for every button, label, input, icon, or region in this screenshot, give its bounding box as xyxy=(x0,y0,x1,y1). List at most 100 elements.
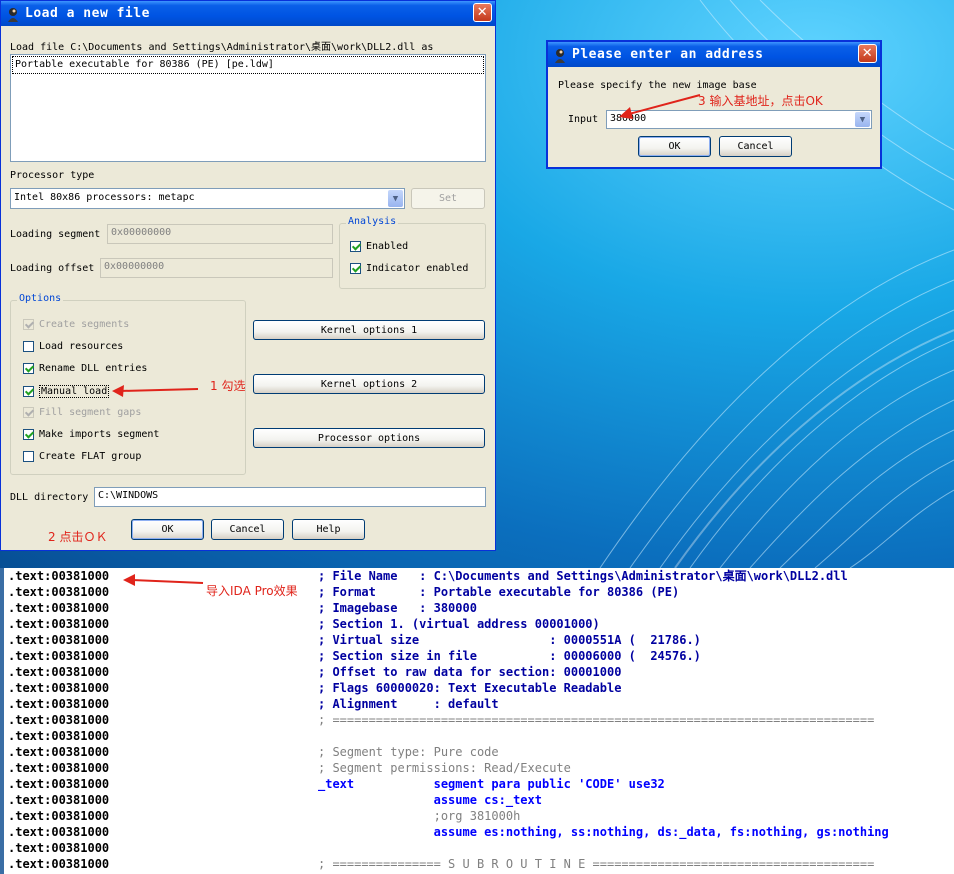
checkbox-icon[interactable] xyxy=(23,407,34,418)
ida-line-address[interactable]: .text:00381000 xyxy=(8,584,109,600)
options-group-title: Options xyxy=(17,293,64,304)
rename-dll-entries-label: Rename DLL entries xyxy=(39,363,148,374)
manual-load-label: Manual load xyxy=(39,385,110,398)
rename-dll-entries-checkbox[interactable]: Rename DLL entries xyxy=(23,363,147,374)
ida-line-text: ; Section size in file : 00006000 ( 2457… xyxy=(318,649,701,663)
address-input-label: Input xyxy=(568,114,599,125)
checkbox-icon[interactable] xyxy=(23,341,34,352)
ida-line-text: ; Imagebase : 380000 xyxy=(318,601,477,615)
ida-line-address[interactable]: .text:00381000 xyxy=(8,728,109,744)
checkbox-icon[interactable] xyxy=(23,363,34,374)
ida-line-address[interactable]: .text:00381000 xyxy=(8,776,109,792)
address-prompt: Please specify the new image base xyxy=(558,80,757,91)
arrow-ida-icon xyxy=(123,574,204,586)
create-flat-group-checkbox[interactable]: Create FLAT group xyxy=(23,451,141,462)
ida-line-address[interactable]: .text:00381000 xyxy=(8,792,109,808)
ida-line-text: ; File Name : C:\Documents and Settings\… xyxy=(318,569,848,583)
ida-line-address[interactable]: .text:00381000 xyxy=(8,680,109,696)
create-segments-checkbox[interactable]: Create segments xyxy=(23,319,129,330)
processor-type-label: Processor type xyxy=(10,170,94,181)
ida-line-text: assume es:nothing, ss:nothing, ds:_data,… xyxy=(318,825,889,839)
step1-annotation: 1 勾选 xyxy=(210,379,246,393)
checkbox-icon[interactable] xyxy=(23,319,34,330)
indicator-enabled-label: Indicator enabled xyxy=(366,263,469,274)
checkbox-icon[interactable] xyxy=(23,451,34,462)
ok-button[interactable]: OK xyxy=(131,519,204,540)
dll-directory-label: DLL directory xyxy=(10,492,89,503)
format-list-item[interactable]: Portable executable for 80386 (PE) [pe.l… xyxy=(12,56,484,74)
close-icon[interactable]: ✕ xyxy=(473,3,492,22)
ida-line-address[interactable]: .text:00381000 xyxy=(8,664,109,680)
ida-line-text: ; =============== S U B R O U T I N E ==… xyxy=(318,857,875,871)
chevron-down-icon[interactable]: ▼ xyxy=(388,190,403,207)
ida-line-address[interactable]: .text:00381000 xyxy=(8,760,109,776)
ida-line-address[interactable]: .text:00381000 xyxy=(8,616,109,632)
manual-load-checkbox[interactable]: Manual load xyxy=(23,385,110,398)
dll-directory-field[interactable]: C:\WINDOWS xyxy=(94,487,486,507)
help-button[interactable]: Help xyxy=(292,519,365,540)
processor-select-value: Intel 80x86 processors: metapc xyxy=(14,192,195,203)
ida-line-address[interactable]: .text:00381000 xyxy=(8,856,109,872)
loading-offset-field[interactable]: 0x00000000 xyxy=(100,258,333,278)
ida-annotation: 导入IDA Pro效果 xyxy=(206,584,298,598)
analysis-group: Analysis Enabled Indicator enabled xyxy=(339,216,486,289)
processor-type-label-text: Processor type xyxy=(10,170,95,181)
ida-line-text: ; Flags 60000020: Text Executable Readab… xyxy=(318,681,622,695)
create-flat-group-label: Create FLAT group xyxy=(39,451,142,462)
loading-segment-field[interactable]: 0x00000000 xyxy=(107,224,333,244)
ida-line-address[interactable]: .text:00381000 xyxy=(8,744,109,760)
kernel-options-1-button[interactable]: Kernel options 1 xyxy=(253,320,485,340)
ida-line-text: ; Virtual size : 0000551A ( 21786.) xyxy=(318,633,701,647)
step2-annotation: 2 点击ＯＫ xyxy=(48,530,108,544)
load-file-title: Load a new file xyxy=(25,6,150,21)
indicator-enabled-checkbox[interactable]: Indicator enabled xyxy=(350,263,468,274)
address-ok-button[interactable]: OK xyxy=(638,136,711,157)
ida-line-address[interactable]: .text:00381000 xyxy=(8,632,109,648)
kernel-options-2-button[interactable]: Kernel options 2 xyxy=(253,374,485,394)
arrow-step1-icon xyxy=(112,385,199,397)
ida-line-address[interactable]: .text:00381000 xyxy=(8,808,109,824)
ida-line-text: ; Alignment : default xyxy=(318,697,499,711)
ida-line-text: ; Format : Portable executable for 80386… xyxy=(318,585,680,599)
ida-line-address[interactable]: .text:00381000 xyxy=(8,824,109,840)
checkbox-icon[interactable] xyxy=(23,386,34,397)
ida-listing[interactable]: .text:00381000 ; File Name : C:\Documents… xyxy=(0,568,954,874)
address-dialog-title: Please enter an address xyxy=(572,47,764,62)
ida-line-text: _text segment para public 'CODE' use32 xyxy=(318,777,665,791)
enabled-checkbox[interactable]: Enabled xyxy=(350,241,408,252)
address-cancel-button[interactable]: Cancel xyxy=(719,136,792,157)
address-titlebar[interactable]: Please enter an address ✕ xyxy=(548,42,880,67)
ida-line-address[interactable]: .text:00381000 xyxy=(8,648,109,664)
format-listbox[interactable]: Portable executable for 80386 (PE) [pe.l… xyxy=(10,54,486,162)
checkbox-icon[interactable] xyxy=(350,241,361,252)
processor-options-button[interactable]: Processor options xyxy=(253,428,485,448)
processor-select[interactable]: Intel 80x86 processors: metapc ▼ xyxy=(10,188,405,209)
close-icon[interactable]: ✕ xyxy=(858,44,877,63)
load-file-label: Load file C:\Documents and Settings\Admi… xyxy=(10,42,434,53)
loading-segment-label: Loading segment xyxy=(10,229,101,240)
ida-line-address[interactable]: .text:00381000 xyxy=(8,840,109,856)
checkbox-icon[interactable] xyxy=(23,429,34,440)
load-resources-checkbox[interactable]: Load resources xyxy=(23,341,123,352)
ida-line-address[interactable]: .text:00381000 xyxy=(8,696,109,712)
fill-segment-gaps-checkbox[interactable]: Fill segment gaps xyxy=(23,407,141,418)
fill-segment-gaps-label: Fill segment gaps xyxy=(39,407,142,418)
cancel-button[interactable]: Cancel xyxy=(211,519,284,540)
ida-line-text: assume cs:_text xyxy=(318,793,542,807)
load-file-dialog: Load a new file ✕ Load file C:\Documents… xyxy=(0,0,496,551)
ida-line-text: ; Offset to raw data for section: 000010… xyxy=(318,665,622,679)
ida-line-address[interactable]: .text:00381000 xyxy=(8,600,109,616)
chevron-down-icon[interactable]: ▼ xyxy=(855,112,870,127)
ida-line-address[interactable]: .text:00381000 xyxy=(8,568,109,584)
create-segments-label: Create segments xyxy=(39,319,130,330)
ida-line-address[interactable]: .text:00381000 xyxy=(8,712,109,728)
ida-line-text: ; ======================================… xyxy=(318,713,875,727)
ida-app-icon xyxy=(552,47,568,63)
ida-line-text: ;org 381000h xyxy=(318,809,521,823)
format-list-item-label: Portable executable for 80386 (PE) [pe.l… xyxy=(15,59,274,70)
load-file-titlebar[interactable]: Load a new file ✕ xyxy=(1,1,495,26)
set-button[interactable]: Set xyxy=(411,188,485,209)
ida-app-icon xyxy=(5,6,21,22)
make-imports-segment-checkbox[interactable]: Make imports segment xyxy=(23,429,159,440)
checkbox-icon[interactable] xyxy=(350,263,361,274)
